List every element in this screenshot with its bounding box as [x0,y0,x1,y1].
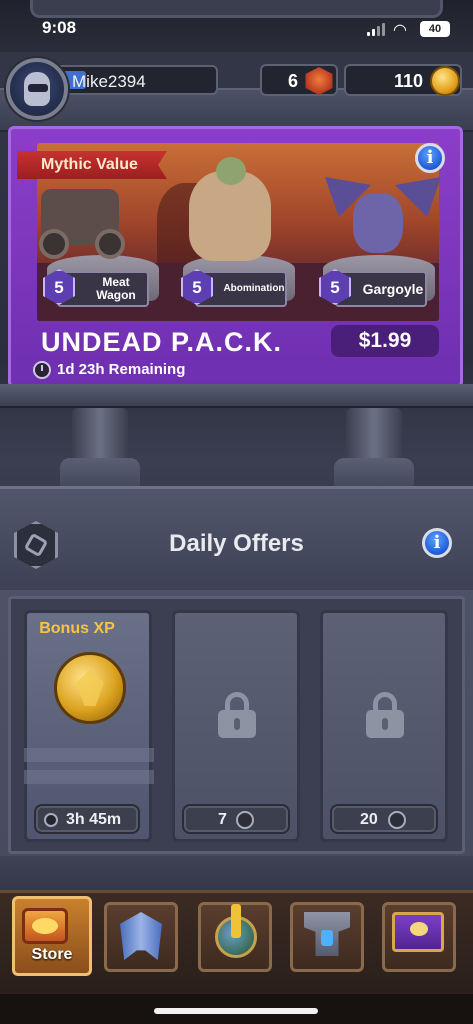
unit-name: Gargoyle [362,281,424,297]
lock-icon [366,692,404,738]
chat-bubble-icon [410,922,428,936]
slot-unlock-pill: 20 [330,804,438,834]
gem-icon [305,67,333,95]
home-indicator[interactable] [154,1008,318,1014]
lock-icon [218,692,256,738]
player-avatar[interactable] [6,58,68,120]
price-button[interactable]: $1.99 [331,325,439,357]
chest-glow [32,918,58,934]
status-bar: 9:08 ◠ 40 [0,0,473,52]
badge-icon [388,811,406,829]
battery-indicator: 40 [420,21,450,37]
promo-card[interactable]: Mythic Value i Meat Wagon 5 Abomination … [8,126,463,388]
clock-icon [33,361,51,379]
promo-info-button[interactable]: i [415,143,445,173]
slot-decoration [24,748,154,762]
unit-name: Abomination [223,283,285,294]
gem-counter[interactable]: 6 [260,64,338,96]
slot-timer-pill: 3h 45m [34,804,140,834]
slot-label: Bonus XP [39,620,115,637]
gold-count: 110 [394,71,424,91]
gargoyle-figure [353,193,403,253]
anvil-glow [321,930,333,946]
wifi-icon: ◠ [393,22,407,39]
slot-decoration [24,770,154,784]
abomination-head [216,157,246,185]
top-frame [30,0,443,18]
slot-unlock-count: 7 [218,811,227,828]
username-plate[interactable]: Mike2394 [52,65,218,95]
clock-icon [44,813,58,827]
gem-count: 6 [288,71,299,91]
nav-label-store: Store [31,946,73,963]
status-time: 9:08 [42,18,77,37]
slot-unlock-pill: 7 [182,804,290,834]
avatar-mask [28,84,48,92]
slot-timer-text: 3h 45m [66,811,122,828]
banner-text: Mythic Value [41,156,138,173]
exclamation-icon [231,904,241,938]
shelf-ledge [0,384,473,408]
unit-name: Meat Wagon [96,275,136,302]
mythic-value-banner: Mythic Value [17,151,167,179]
daily-offers-title: Daily Offers [169,530,304,557]
wagon-wheel [95,229,125,259]
signal-icon [367,22,387,36]
remaining-text: 1d 23h Remaining [57,361,186,378]
wagon-wheel [39,229,69,259]
slot-unlock-count: 20 [360,811,378,828]
gold-coin-icon [430,66,460,96]
gold-counter[interactable]: 110 [344,64,462,96]
app-screen: 9:08 ◠ 40 Mike2394 6 110 Mythic Value i … [0,0,473,1024]
offers-info-button[interactable]: i [422,528,452,558]
badge-icon [236,811,254,829]
username: Mike2394 [72,72,146,91]
pack-title: UNDEAD P.A.C.K. [41,327,283,357]
